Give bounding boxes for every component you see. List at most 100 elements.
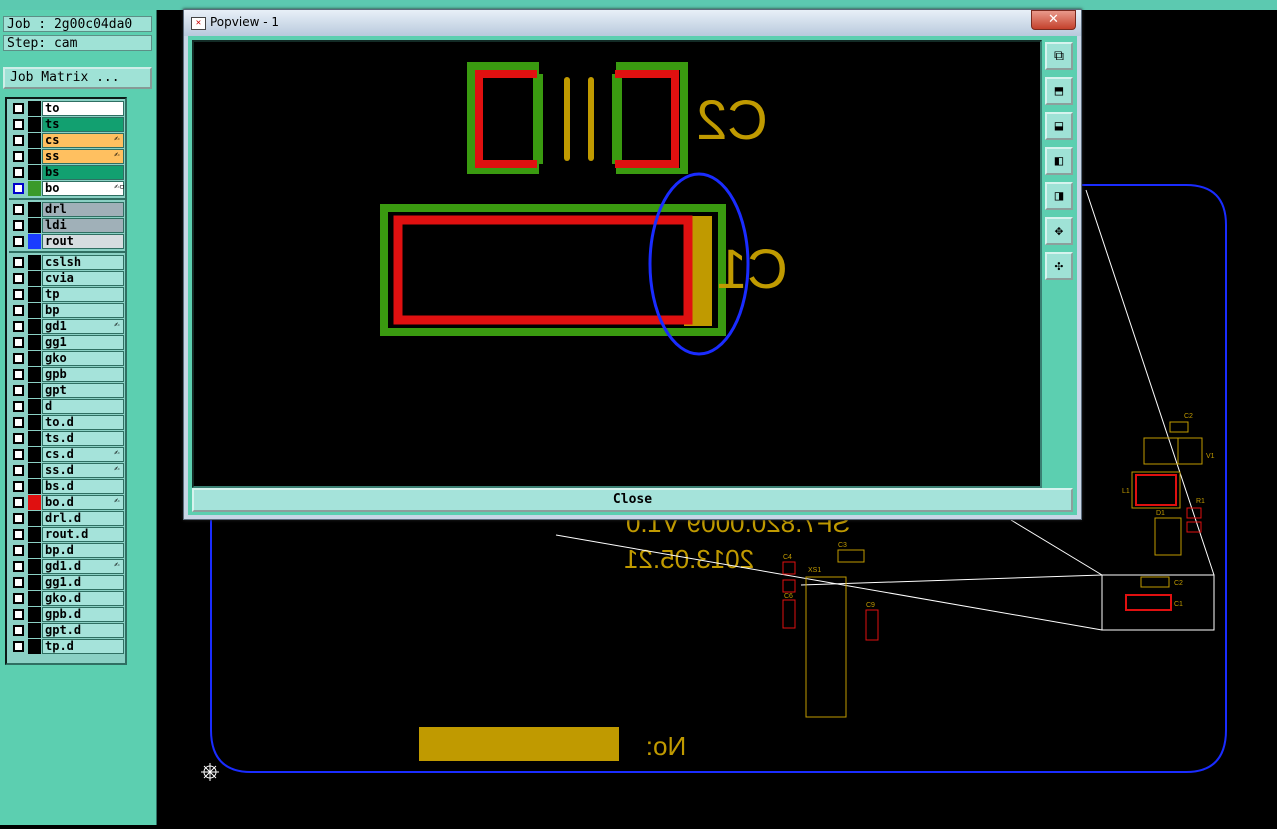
layer-color-swatch[interactable] [28, 415, 41, 430]
layer-checkbox[interactable] [13, 103, 24, 114]
layer-name[interactable]: gpb [42, 367, 124, 382]
layer-row-gg1[interactable]: gg1 [9, 335, 126, 350]
layer-color-swatch[interactable] [28, 255, 41, 270]
layer-name[interactable]: ts.d [42, 431, 124, 446]
layer-name[interactable]: tp.d [42, 639, 124, 654]
close-button[interactable]: Close [192, 488, 1073, 512]
layer-color-swatch[interactable] [28, 335, 41, 350]
layer-row-to-d[interactable]: to.d [9, 415, 126, 430]
layer-color-swatch[interactable] [28, 383, 41, 398]
layer-checkbox[interactable] [13, 337, 24, 348]
layer-color-swatch[interactable] [28, 511, 41, 526]
layer-name[interactable]: bs.d [42, 479, 124, 494]
layer-checkbox[interactable] [13, 625, 24, 636]
layer-row-gd1[interactable]: gd1 ✍ [9, 319, 126, 334]
layer-row-rout-d[interactable]: rout.d [9, 527, 126, 542]
layer-checkbox[interactable] [13, 321, 24, 332]
layer-name[interactable]: ts [42, 117, 124, 132]
layer-color-swatch[interactable] [28, 202, 41, 217]
layer-row-cslsh[interactable]: cslsh [9, 255, 126, 270]
layer-checkbox[interactable] [13, 369, 24, 380]
layer-row-drl-d[interactable]: drl.d [9, 511, 126, 526]
layer-name[interactable]: gpt.d [42, 623, 124, 638]
popview-titlebar[interactable]: ✕ Popview - 1 ✕ [184, 10, 1081, 36]
layer-name[interactable]: to [42, 101, 124, 116]
layer-name[interactable]: d [42, 399, 124, 414]
layer-checkbox[interactable] [13, 273, 24, 284]
zoom-right-icon[interactable]: ◨ [1045, 182, 1073, 210]
layer-checkbox[interactable] [13, 481, 24, 492]
layer-row-ts-d[interactable]: ts.d [9, 431, 126, 446]
layer-row-gpb[interactable]: gpb [9, 367, 126, 382]
layer-name[interactable]: rout [42, 234, 124, 249]
layer-row-to[interactable]: to [9, 101, 126, 116]
layer-row-bs[interactable]: bs [9, 165, 126, 180]
layer-row-ss[interactable]: ss ✍ [9, 149, 126, 164]
layer-color-swatch[interactable] [28, 623, 41, 638]
job-matrix-button[interactable]: Job Matrix ... [3, 67, 152, 89]
layer-color-swatch[interactable] [28, 181, 41, 196]
layer-name[interactable]: bo.d [42, 495, 124, 510]
layer-row-ss-d[interactable]: ss.d ✍ [9, 463, 126, 478]
layer-color-swatch[interactable] [28, 463, 41, 478]
layer-name[interactable]: cs [42, 133, 124, 148]
layer-row-tp-d[interactable]: tp.d [9, 639, 126, 654]
layer-name[interactable]: gko.d [42, 591, 124, 606]
layer-name[interactable]: bp [42, 303, 124, 318]
layer-checkbox[interactable] [13, 257, 24, 268]
pan-all-icon[interactable]: ✣ [1045, 252, 1073, 280]
layer-color-swatch[interactable] [28, 271, 41, 286]
layer-name[interactable]: bs [42, 165, 124, 180]
layer-checkbox[interactable] [13, 183, 24, 194]
layer-checkbox[interactable] [13, 119, 24, 130]
layer-color-swatch[interactable] [28, 639, 41, 654]
layer-name[interactable]: gd1.d [42, 559, 124, 574]
layer-name[interactable]: to.d [42, 415, 124, 430]
layer-row-cvia[interactable]: cvia [9, 271, 126, 286]
layer-name[interactable]: tp [42, 287, 124, 302]
zoom-bottom-icon[interactable]: ⬓ [1045, 112, 1073, 140]
layer-checkbox[interactable] [13, 167, 24, 178]
layer-name[interactable]: rout.d [42, 527, 124, 542]
layer-color-swatch[interactable] [28, 607, 41, 622]
layer-name[interactable]: ss [42, 149, 124, 164]
layer-color-swatch[interactable] [28, 218, 41, 233]
layer-name[interactable]: bp.d [42, 543, 124, 558]
layer-color-swatch[interactable] [28, 495, 41, 510]
layer-checkbox[interactable] [13, 401, 24, 412]
layer-name[interactable]: bo [42, 181, 124, 196]
layer-row-d[interactable]: d [9, 399, 126, 414]
layer-checkbox[interactable] [13, 220, 24, 231]
layer-checkbox[interactable] [13, 641, 24, 652]
layer-color-swatch[interactable] [28, 591, 41, 606]
layer-name[interactable]: gg1.d [42, 575, 124, 590]
layer-checkbox[interactable] [13, 433, 24, 444]
layer-color-swatch[interactable] [28, 319, 41, 334]
layer-checkbox[interactable] [13, 204, 24, 215]
layer-checkbox[interactable] [13, 609, 24, 620]
layer-color-swatch[interactable] [28, 575, 41, 590]
layer-row-gpt-d[interactable]: gpt.d [9, 623, 126, 638]
layer-checkbox[interactable] [13, 151, 24, 162]
layer-color-swatch[interactable] [28, 447, 41, 462]
fit-window-icon[interactable]: ⧉ [1045, 42, 1073, 70]
layer-name[interactable]: cs.d [42, 447, 124, 462]
layer-row-gko-d[interactable]: gko.d [9, 591, 126, 606]
layer-name[interactable]: gd1 [42, 319, 124, 334]
layer-checkbox[interactable] [13, 135, 24, 146]
layer-row-bp-d[interactable]: bp.d [9, 543, 126, 558]
layer-name[interactable]: gpt [42, 383, 124, 398]
layer-checkbox[interactable] [13, 577, 24, 588]
layer-checkbox[interactable] [13, 593, 24, 604]
layer-name[interactable]: ss.d [42, 463, 124, 478]
layer-name[interactable]: cslsh [42, 255, 124, 270]
layer-color-swatch[interactable] [28, 527, 41, 542]
layer-color-swatch[interactable] [28, 399, 41, 414]
layer-color-swatch[interactable] [28, 479, 41, 494]
layer-row-gpt[interactable]: gpt [9, 383, 126, 398]
layer-color-swatch[interactable] [28, 149, 41, 164]
layer-checkbox[interactable] [13, 545, 24, 556]
layer-checkbox[interactable] [13, 289, 24, 300]
layer-row-drl[interactable]: drl [9, 202, 126, 217]
layer-color-swatch[interactable] [28, 165, 41, 180]
